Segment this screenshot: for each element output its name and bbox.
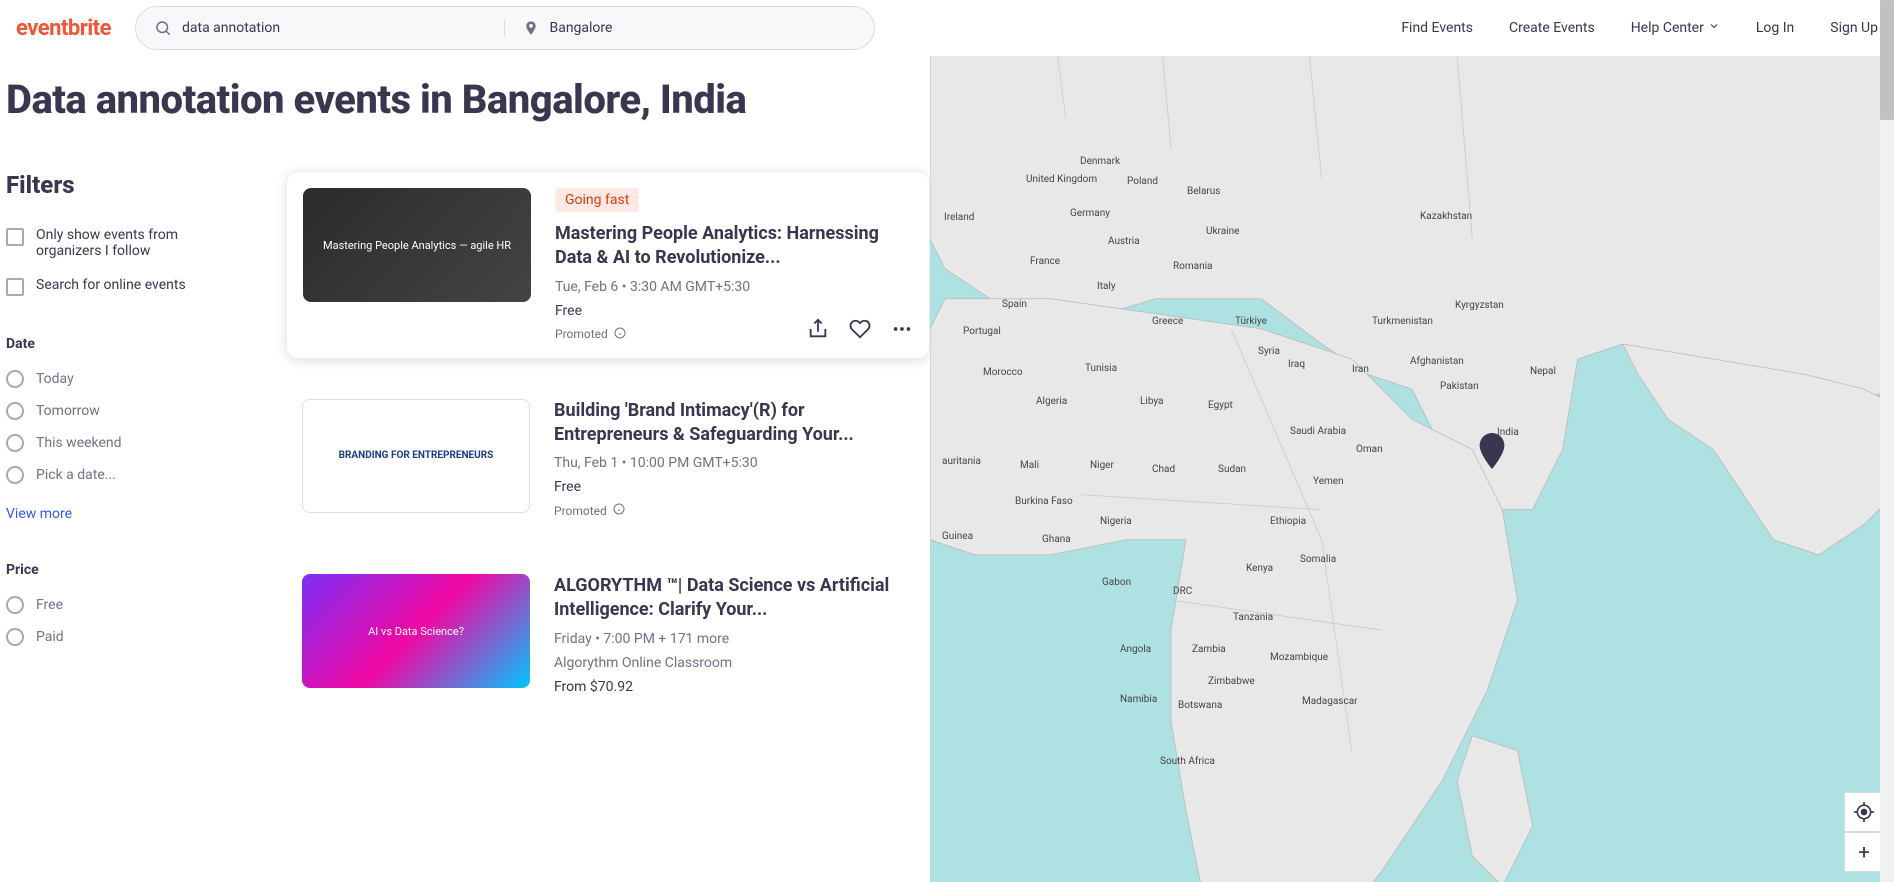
map-controls: + — [1844, 792, 1884, 872]
zoom-in-button[interactable]: + — [1844, 832, 1884, 872]
heart-icon[interactable] — [849, 318, 871, 340]
nav-create-events[interactable]: Create Events — [1509, 20, 1595, 36]
event-date: Friday • 7:00 PM + 171 more — [554, 631, 914, 647]
checkbox-icon — [6, 228, 24, 246]
filter-date-pick[interactable]: Pick a date... — [6, 466, 246, 484]
locate-button[interactable] — [1844, 792, 1884, 832]
filter-price-paid[interactable]: Paid — [6, 628, 246, 646]
nav-help-label: Help Center — [1631, 20, 1704, 36]
info-icon[interactable] — [613, 503, 625, 518]
event-card[interactable]: BRANDING FOR ENTREPRENEURS Building 'Bra… — [286, 383, 930, 535]
filter-date-today-label: Today — [36, 371, 74, 387]
nav: Find Events Create Events Help Center Lo… — [1401, 20, 1878, 36]
filters-panel: Filters Only show events from organizers… — [6, 171, 246, 743]
nav-help-center[interactable]: Help Center — [1631, 20, 1720, 36]
filter-price-free[interactable]: Free — [6, 596, 246, 614]
filter-price-paid-label: Paid — [36, 629, 64, 645]
filters-heading: Filters — [6, 171, 246, 199]
search-query-section[interactable]: data annotation — [136, 19, 505, 37]
map-pin[interactable] — [1478, 433, 1506, 473]
event-image: Mastering People Analytics — agile HR — [303, 188, 531, 302]
event-date: Thu, Feb 1 • 10:00 PM GMT+5:30 — [554, 455, 914, 471]
map-svg — [930, 56, 1894, 882]
filter-date-tomorrow-label: Tomorrow — [36, 403, 100, 419]
event-title: Building 'Brand Intimacy'(R) for Entrepr… — [554, 399, 914, 448]
event-price: Free — [554, 479, 914, 495]
event-image: AI vs Data Science? — [302, 574, 530, 688]
filter-price-free-label: Free — [36, 597, 63, 613]
filter-date-today[interactable]: Today — [6, 370, 246, 388]
share-icon[interactable] — [807, 318, 829, 340]
view-more-link[interactable]: View more — [6, 506, 72, 522]
filter-organizers-follow[interactable]: Only show events from organizers I follo… — [6, 227, 246, 259]
checkbox-icon — [6, 278, 24, 296]
event-price: Free — [555, 303, 913, 319]
filter-date-pick-label: Pick a date... — [36, 467, 116, 483]
radio-icon — [6, 628, 24, 646]
event-price: From $70.92 — [554, 679, 914, 695]
page-title: Data annotation events in Bangalore, Ind… — [6, 76, 930, 123]
radio-icon — [6, 402, 24, 420]
filter-date-weekend-label: This weekend — [36, 435, 122, 451]
info-icon[interactable] — [614, 327, 626, 342]
event-date: Tue, Feb 6 • 3:30 AM GMT+5:30 — [555, 279, 913, 295]
nav-find-events[interactable]: Find Events — [1401, 20, 1473, 36]
scrollbar-thumb[interactable] — [1880, 0, 1894, 120]
map[interactable]: IrelandUnited KingdomDenmarkPolandGerman… — [930, 56, 1894, 882]
filter-date-weekend[interactable]: This weekend — [6, 434, 246, 452]
radio-icon — [6, 596, 24, 614]
filter-online-events[interactable]: Search for online events — [6, 277, 246, 296]
event-title: ALGORYTHM ™| Data Science vs Artificial … — [554, 574, 914, 623]
event-promoted-label: Promoted — [554, 504, 607, 518]
radio-icon — [6, 370, 24, 388]
search-location-section[interactable]: Bangalore — [504, 20, 874, 36]
search-query-text: data annotation — [182, 20, 280, 36]
card-actions — [807, 318, 913, 340]
location-icon — [523, 20, 539, 36]
filter-online-events-label: Search for online events — [36, 277, 186, 293]
filter-date-heading: Date — [6, 336, 246, 352]
nav-signup[interactable]: Sign Up — [1830, 20, 1878, 36]
search-location-text: Bangalore — [549, 20, 612, 36]
event-card[interactable]: Mastering People Analytics — agile HR Go… — [286, 171, 930, 359]
radio-icon — [6, 466, 24, 484]
logo[interactable]: eventbrite — [16, 16, 111, 41]
event-title: Mastering People Analytics: Harnessing D… — [555, 222, 913, 271]
scrollbar[interactable] — [1880, 0, 1894, 882]
event-location: Algorythm Online Classroom — [554, 655, 914, 671]
filter-organizers-follow-label: Only show events from organizers I follo… — [36, 227, 246, 259]
event-card[interactable]: AI vs Data Science? ALGORYTHM ™| Data Sc… — [286, 558, 930, 719]
event-promoted-label: Promoted — [555, 327, 608, 341]
search-icon — [154, 19, 172, 37]
event-image: BRANDING FOR ENTREPRENEURS — [302, 399, 530, 513]
radio-icon — [6, 434, 24, 452]
filter-price-heading: Price — [6, 562, 246, 578]
chevron-down-icon — [1708, 20, 1720, 36]
nav-login[interactable]: Log In — [1756, 20, 1794, 36]
events-list: Mastering People Analytics — agile HR Go… — [286, 171, 930, 743]
more-icon[interactable] — [891, 318, 913, 340]
search-bar: data annotation Bangalore — [135, 6, 875, 50]
status-badge: Going fast — [555, 188, 639, 212]
event-promoted: Promoted — [554, 503, 914, 518]
filter-date-tomorrow[interactable]: Tomorrow — [6, 402, 246, 420]
